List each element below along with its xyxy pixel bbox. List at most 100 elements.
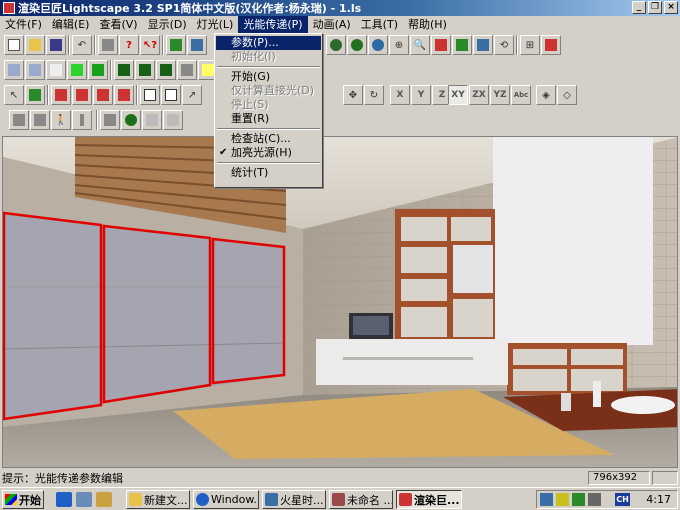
pan-icon[interactable]: [431, 35, 451, 55]
menu-edit[interactable]: 编辑(E): [47, 16, 95, 33]
toolbar-main: ↶ ? ↖? ⊕ 🔍 ⟲ ⊞: [0, 35, 680, 59]
radiosity-dropdown-menu: 参数(P)... 初始化(I) 开始(G) 仅计算直接光(D) 停止(S) 重置…: [214, 33, 323, 188]
axis-xy-button[interactable]: XY: [448, 85, 468, 105]
context-help-icon[interactable]: ↖?: [140, 35, 160, 55]
abc-button[interactable]: Abc: [511, 85, 531, 105]
axis-x-button[interactable]: X: [390, 85, 410, 105]
move-axis-icon[interactable]: ✥: [343, 85, 363, 105]
input-language-indicator[interactable]: CH: [615, 493, 630, 506]
menu-item-checkpoint[interactable]: 检查站(C)...: [216, 132, 321, 146]
tag-icon[interactable]: ◈: [536, 85, 556, 105]
system-tray: CH 4:17: [536, 490, 678, 509]
outline-icon[interactable]: [46, 60, 66, 80]
cursor-icon[interactable]: ↗: [182, 85, 202, 105]
solid-icon[interactable]: [25, 60, 45, 80]
save-button[interactable]: [46, 35, 66, 55]
print-button[interactable]: [98, 35, 118, 55]
select-add-icon[interactable]: [72, 85, 92, 105]
zoom-icon[interactable]: 🔍: [410, 35, 430, 55]
tray-app-icon[interactable]: [588, 493, 601, 506]
menu-view[interactable]: 查看(V): [94, 16, 142, 33]
clock[interactable]: 4:17: [646, 493, 671, 506]
select-remove-icon[interactable]: [93, 85, 113, 105]
menu-item-initialize[interactable]: 初始化(I): [216, 50, 321, 64]
tray-volume-icon[interactable]: [556, 493, 569, 506]
pin-icon[interactable]: [72, 110, 92, 130]
axis-y-button[interactable]: Y: [411, 85, 431, 105]
globe-icon[interactable]: [121, 110, 141, 130]
render-viewport[interactable]: [2, 136, 678, 468]
process-icon[interactable]: [142, 110, 162, 130]
menu-animation[interactable]: 动画(A): [308, 16, 356, 33]
orbit-icon[interactable]: ⟲: [494, 35, 514, 55]
wrench-icon[interactable]: [30, 110, 50, 130]
computer-icon[interactable]: [76, 492, 92, 507]
menu-item-parameters[interactable]: 参数(P)...: [216, 36, 321, 50]
zoom-extents-icon[interactable]: [541, 35, 561, 55]
explorer-icon[interactable]: [96, 492, 112, 507]
status-viewport-size: 796x392: [588, 471, 650, 485]
wireframe-icon[interactable]: [4, 60, 24, 80]
menu-item-reset[interactable]: 重置(R): [216, 112, 321, 126]
tag-remove-icon[interactable]: ◇: [557, 85, 577, 105]
move-tool-icon[interactable]: [187, 35, 207, 55]
toolbar-select: ↖ ↗ ✥ ↻ X Y Z XY ZX YZ Abc ◈ ◇: [0, 85, 680, 109]
new-file-button[interactable]: [4, 35, 24, 55]
camera-icon[interactable]: [326, 35, 346, 55]
menu-light[interactable]: 灯光(L): [192, 16, 239, 33]
stack-icon[interactable]: [100, 110, 120, 130]
browser-icon: [265, 493, 278, 506]
menu-radiosity[interactable]: 光能传递(P): [238, 16, 308, 33]
select-object-icon[interactable]: [114, 85, 134, 105]
grid-icon[interactable]: [177, 60, 197, 80]
tray-network-icon[interactable]: [540, 493, 553, 506]
media-player-icon[interactable]: [56, 492, 72, 507]
zoom-window-icon[interactable]: ⊞: [520, 35, 540, 55]
menu-item-direct-only[interactable]: 仅计算直接光(D): [216, 84, 321, 98]
start-button[interactable]: 开始: [2, 490, 44, 509]
restore-button[interactable]: ❐: [648, 1, 662, 14]
menu-item-stop[interactable]: 停止(S): [216, 98, 321, 112]
pointer-icon[interactable]: ↖: [4, 85, 24, 105]
task-windows[interactable]: Window...: [193, 490, 259, 509]
select-surface-icon[interactable]: [51, 85, 71, 105]
menu-display[interactable]: 显示(D): [143, 16, 192, 33]
menu-file[interactable]: 文件(F): [0, 16, 47, 33]
green-cube-icon[interactable]: [67, 60, 87, 80]
layer-arrow-icon[interactable]: [135, 60, 155, 80]
task-untitled[interactable]: 未命名 ...: [329, 490, 393, 509]
minimize-button[interactable]: _: [632, 1, 646, 14]
menu-help[interactable]: 帮助(H): [403, 16, 452, 33]
walk-icon[interactable]: [473, 35, 493, 55]
dolly-icon[interactable]: [452, 35, 472, 55]
hammer-icon[interactable]: [9, 110, 29, 130]
open-file-button[interactable]: [25, 35, 45, 55]
menu-item-highlight-lights[interactable]: ✔ 加亮光源(H): [216, 146, 321, 160]
task-new-folder[interactable]: 新建文...: [126, 490, 190, 509]
page-copy-icon[interactable]: [161, 85, 181, 105]
eye-icon[interactable]: [347, 35, 367, 55]
menu-item-statistics[interactable]: 统计(T): [216, 166, 321, 180]
help-icon[interactable]: ?: [119, 35, 139, 55]
task-mars-time[interactable]: 火星时...: [262, 490, 326, 509]
windows-logo-icon: [5, 494, 17, 505]
layer-icon[interactable]: [114, 60, 134, 80]
select-plus-icon[interactable]: [25, 85, 45, 105]
close-button[interactable]: ×: [664, 1, 678, 14]
axis-yz-button[interactable]: YZ: [490, 85, 510, 105]
undo-process-icon[interactable]: [163, 110, 183, 130]
undo-button[interactable]: ↶: [72, 35, 92, 55]
axis-zx-button[interactable]: ZX: [469, 85, 489, 105]
task-lightscape[interactable]: 渲染巨...: [396, 490, 462, 509]
walk-person-icon[interactable]: 🚶: [51, 110, 71, 130]
rotate-axis-icon[interactable]: ↻: [364, 85, 384, 105]
rotate-view-icon[interactable]: [368, 35, 388, 55]
select-tool-icon[interactable]: [166, 35, 186, 55]
tray-green-icon[interactable]: [572, 493, 585, 506]
page-icon[interactable]: [140, 85, 160, 105]
green-solid-cube-icon[interactable]: [88, 60, 108, 80]
menu-item-start[interactable]: 开始(G): [216, 70, 321, 84]
zoom-in-icon[interactable]: ⊕: [389, 35, 409, 55]
menu-tools[interactable]: 工具(T): [356, 16, 403, 33]
block-icon[interactable]: [156, 60, 176, 80]
